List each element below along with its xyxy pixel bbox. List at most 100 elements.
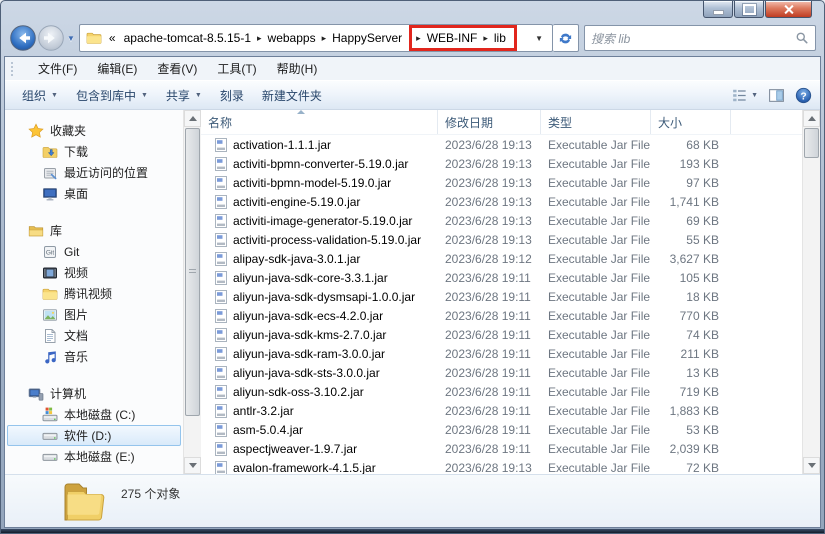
file-type-cell: Executable Jar File xyxy=(541,347,651,361)
table-row[interactable]: aliyun-java-sdk-sts-3.0.0.jar 2023/6/28 1… xyxy=(201,363,803,382)
window-controls xyxy=(702,1,812,18)
menu-item[interactable]: 帮助(H) xyxy=(269,57,326,80)
sidebar-item-label: 视频 xyxy=(64,264,88,281)
column-header[interactable]: 修改日期 xyxy=(438,110,541,134)
file-list-scroll-thumb[interactable] xyxy=(804,128,819,158)
sidebar-item-腾讯视频[interactable]: 腾讯视频 xyxy=(7,283,181,304)
sidebar-item-Git[interactable]: GitGit xyxy=(7,241,181,262)
menu-item[interactable]: 编辑(E) xyxy=(89,57,145,80)
client-area: 文件(F)编辑(E)查看(V)工具(T)帮助(H) 组织▼包含到库中▼共享▼刻录… xyxy=(4,56,821,528)
table-row[interactable]: aspectjweaver-1.9.7.jar2023/6/28 19:11Ex… xyxy=(201,439,803,458)
menu-item[interactable]: 工具(T) xyxy=(209,57,264,80)
toolbar-button[interactable]: 共享▼ xyxy=(157,83,211,108)
file-name-cell: aliyun-java-sdk-ecs-4.2.0.jar xyxy=(201,309,438,323)
details-pane: 275 个对象 xyxy=(5,474,820,527)
table-row[interactable]: aliyun-java-sdk-kms-2.7.0.jar2023/6/28 1… xyxy=(201,325,803,344)
table-row[interactable]: aliyun-java-sdk-core-3.3.1.jar2023/6/28 … xyxy=(201,268,803,287)
breadcrumb-segment[interactable]: webapps xyxy=(263,29,321,47)
address-dropdown-button[interactable]: ▼ xyxy=(528,25,550,51)
recent-pages-dropdown[interactable]: ▼ xyxy=(67,34,75,43)
jar-file-icon xyxy=(214,328,228,342)
file-size-cell: 1,883 KB xyxy=(651,404,731,418)
change-view-button[interactable]: ▼ xyxy=(731,87,758,104)
close-button[interactable] xyxy=(765,1,812,18)
table-row[interactable]: activation-1.1.1.jar2023/6/28 19:13Execu… xyxy=(201,135,803,154)
sidebar-scrollbar[interactable] xyxy=(183,110,201,474)
table-row[interactable]: activiti-process-validation-5.19.0.jar20… xyxy=(201,230,803,249)
file-type-cell: Executable Jar File xyxy=(541,176,651,190)
breadcrumb-segment[interactable]: lib xyxy=(489,29,511,47)
desktop-icon xyxy=(42,186,58,202)
table-row[interactable]: aliyun-sdk-oss-3.10.2.jar2023/6/28 19:11… xyxy=(201,382,803,401)
table-row[interactable]: aliyun-java-sdk-ecs-4.2.0.jar2023/6/28 1… xyxy=(201,306,803,325)
maximize-button[interactable] xyxy=(734,1,764,18)
back-button[interactable] xyxy=(9,24,37,52)
table-row[interactable]: antlr-3.2.jar2023/6/28 19:11Executable J… xyxy=(201,401,803,420)
sidebar-item-图片[interactable]: 图片 xyxy=(7,304,181,325)
toolbar-button[interactable]: 刻录 xyxy=(211,83,253,108)
sidebar-section-收藏夹[interactable]: 收藏夹 xyxy=(7,120,181,141)
toolbar-button[interactable]: 新建文件夹 xyxy=(253,83,331,108)
column-header[interactable]: 大小 xyxy=(651,110,731,134)
toolbar-button[interactable]: 组织▼ xyxy=(13,83,67,108)
file-name: aliyun-java-sdk-ram-3.0.0.jar xyxy=(233,347,385,361)
file-list-scrollbar[interactable] xyxy=(802,110,820,474)
file-name-cell: aliyun-java-sdk-ram-3.0.0.jar xyxy=(201,347,438,361)
file-name: aliyun-java-sdk-sts-3.0.0.jar xyxy=(233,366,380,380)
sidebar-item-桌面[interactable]: 桌面 xyxy=(7,183,181,204)
date-modified-cell: 2023/6/28 19:11 xyxy=(438,290,541,304)
pictures-icon xyxy=(42,307,58,323)
minimize-button[interactable] xyxy=(703,1,733,18)
sidebar-scroll-thumb[interactable] xyxy=(185,128,200,416)
sidebar-item-label: 音乐 xyxy=(64,348,88,365)
file-size-cell: 770 KB xyxy=(651,309,731,323)
breadcrumb-segment[interactable]: HappyServer xyxy=(327,29,407,47)
table-row[interactable]: aliyun-java-sdk-ram-3.0.0.jar2023/6/28 1… xyxy=(201,344,803,363)
file-size-cell: 55 KB xyxy=(651,233,731,247)
sidebar-item-本地磁盘 (C:)[interactable]: 本地磁盘 (C:) xyxy=(7,404,181,425)
file-size-cell: 2,039 KB xyxy=(651,442,731,456)
toolbar-button[interactable]: 包含到库中▼ xyxy=(67,83,157,108)
table-row[interactable]: activiti-bpmn-converter-5.19.0.jar2023/6… xyxy=(201,154,803,173)
scroll-up-button[interactable] xyxy=(184,110,201,127)
breadcrumb-segment[interactable]: apache-tomcat-8.5.15-1 xyxy=(119,29,256,47)
scroll-down-button[interactable] xyxy=(803,457,820,474)
breadcrumb-collapsed[interactable]: « xyxy=(106,29,119,47)
date-modified-cell: 2023/6/28 19:11 xyxy=(438,366,541,380)
jar-file-icon xyxy=(214,461,228,475)
date-modified-cell: 2023/6/28 19:13 xyxy=(438,233,541,247)
sidebar-item-本地磁盘 (E:)[interactable]: 本地磁盘 (E:) xyxy=(7,446,181,467)
table-row[interactable]: activiti-engine-5.19.0.jar2023/6/28 19:1… xyxy=(201,192,803,211)
sidebar-section-计算机[interactable]: 计算机 xyxy=(7,383,181,404)
help-button[interactable]: ? xyxy=(795,87,812,104)
column-header[interactable]: 类型 xyxy=(541,110,651,134)
table-row[interactable]: activiti-bpmn-model-5.19.0.jar2023/6/28 … xyxy=(201,173,803,192)
sidebar-item-下载[interactable]: 下载 xyxy=(7,141,181,162)
scroll-down-button[interactable] xyxy=(184,457,201,474)
sidebar-item-最近访问的位置[interactable]: 最近访问的位置 xyxy=(7,162,181,183)
sidebar-item-label: 腾讯视频 xyxy=(64,285,112,302)
table-row[interactable]: asm-5.0.4.jar2023/6/28 19:11Executable J… xyxy=(201,420,803,439)
menu-item[interactable]: 文件(F) xyxy=(30,57,85,80)
table-row[interactable]: avalon-framework-4.1.5.jar2023/6/28 19:1… xyxy=(201,458,803,474)
address-bar[interactable]: « apache-tomcat-8.5.15-1▸webapps▸HappySe… xyxy=(79,24,553,52)
sidebar-item-文档[interactable]: 文档 xyxy=(7,325,181,346)
menu-item[interactable]: 查看(V) xyxy=(149,57,205,80)
table-row[interactable]: aliyun-java-sdk-dysmsapi-1.0.0.jar2023/6… xyxy=(201,287,803,306)
drive-icon xyxy=(42,428,58,444)
forward-button[interactable] xyxy=(37,24,65,52)
breadcrumb-segment[interactable]: WEB-INF xyxy=(422,29,483,47)
column-header[interactable]: 名称 xyxy=(201,110,438,134)
sidebar-item-音乐[interactable]: 音乐 xyxy=(7,346,181,367)
forward-icon xyxy=(37,24,65,52)
refresh-button[interactable] xyxy=(553,24,579,52)
file-name: activiti-engine-5.19.0.jar xyxy=(233,195,360,209)
sidebar-item-视频[interactable]: 视频 xyxy=(7,262,181,283)
search-box[interactable]: 搜索 lib xyxy=(584,25,816,51)
sidebar-item-软件 (D:)[interactable]: 软件 (D:) xyxy=(7,425,181,446)
sidebar-section-库[interactable]: 库 xyxy=(7,220,181,241)
scroll-up-button[interactable] xyxy=(803,110,820,127)
table-row[interactable]: alipay-sdk-java-3.0.1.jar2023/6/28 19:12… xyxy=(201,249,803,268)
table-row[interactable]: activiti-image-generator-5.19.0.jar2023/… xyxy=(201,211,803,230)
preview-pane-button[interactable] xyxy=(768,87,785,104)
